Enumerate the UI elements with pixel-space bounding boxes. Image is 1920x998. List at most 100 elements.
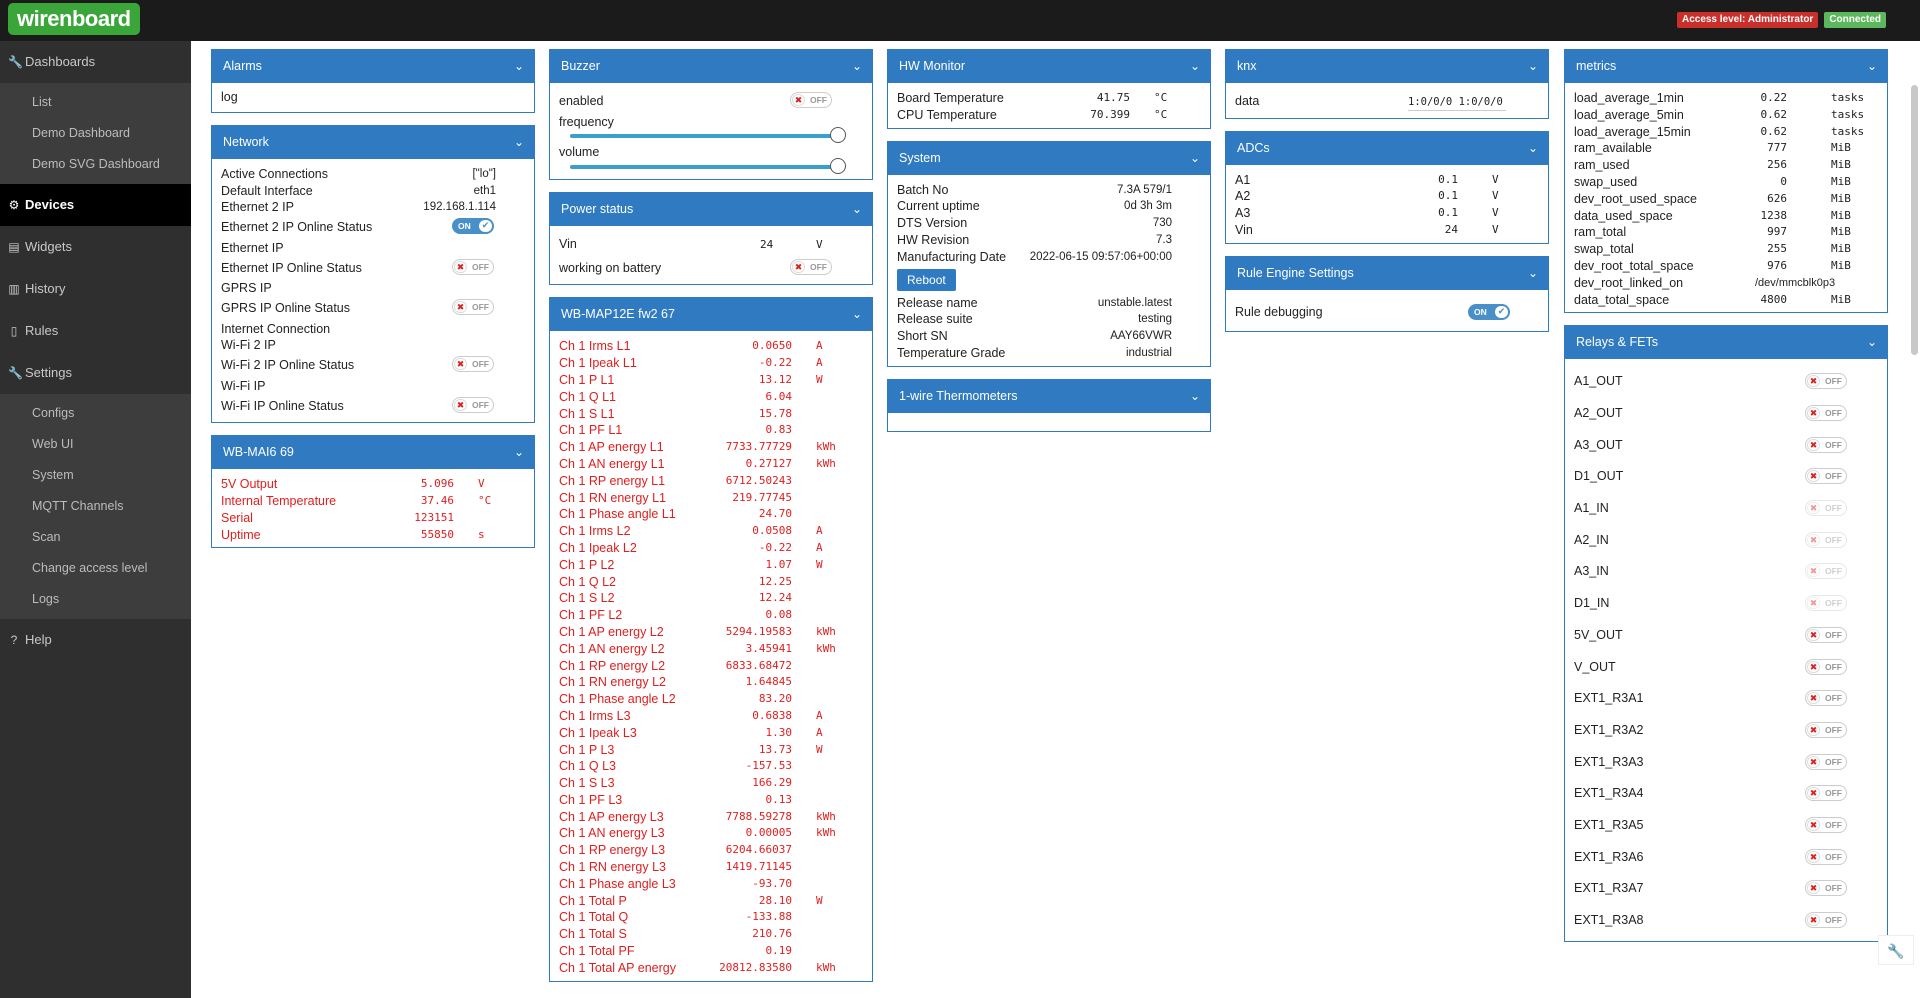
off-toggle[interactable]: ✖ OFF xyxy=(1805,595,1847,612)
chevron-down-icon[interactable]: ⌄ xyxy=(1190,50,1200,83)
map-channel-row: Ch 1 PF L1 0.83 xyxy=(559,423,792,438)
buzzer-enabled-toggle[interactable]: ✖ OFF xyxy=(790,92,832,108)
knx-data-input[interactable]: 1:0/0/0 1:0/0/0 xyxy=(1408,93,1506,111)
nav-list[interactable]: List xyxy=(0,87,191,118)
card-header[interactable]: HW Monitor ⌄ xyxy=(888,50,1210,83)
card-header[interactable]: Network ⌄ xyxy=(212,125,534,159)
off-toggle[interactable]: ✖ OFF xyxy=(1805,690,1847,707)
map-channel-row: Ch 1 PF L2 0.08 xyxy=(559,608,792,623)
nav-configs[interactable]: Configs xyxy=(0,398,191,429)
chevron-down-icon[interactable]: ⌄ xyxy=(1528,257,1538,290)
card-header[interactable]: ADCs ⌄ xyxy=(1226,131,1548,165)
off-toggle[interactable]: ✖ OFF xyxy=(1805,626,1847,643)
close-icon: ✖ xyxy=(1807,407,1820,420)
wrench-icon[interactable]: 🔧 xyxy=(1878,935,1914,965)
page-scrollbar[interactable] xyxy=(1911,85,1918,355)
access-level-badge[interactable]: Access level: Administrator xyxy=(1676,12,1819,28)
frequency-slider[interactable] xyxy=(570,127,846,144)
network-row: Ethernet IP Online Status ✖ OFF xyxy=(212,257,534,281)
rule-debugging-toggle[interactable]: ON ✔ xyxy=(1468,303,1510,320)
off-toggle[interactable]: ✖ OFF xyxy=(452,258,494,275)
column-5: metrics ⌄ load_average_1min 0.22 tasks load_… xyxy=(1564,49,1888,954)
relay-row: EXT1_R3A5 ✖ OFF xyxy=(1565,810,1887,842)
off-toggle[interactable]: ✖ OFF xyxy=(1805,468,1847,485)
card-header[interactable]: Buzzer ⌄ xyxy=(550,50,872,83)
nav-demo-svg-dashboard[interactable]: Demo SVG Dashboard xyxy=(0,149,191,180)
chevron-down-icon[interactable]: ⌄ xyxy=(1867,326,1877,359)
card-header[interactable]: Relays & FETs ⌄ xyxy=(1565,326,1887,360)
nav-change-access-level[interactable]: Change access level xyxy=(0,553,191,584)
card-header[interactable]: WB-MAI6 69 ⌄ xyxy=(212,436,534,470)
nav-help[interactable]: ? Help xyxy=(0,619,191,661)
off-toggle[interactable]: ✖ OFF xyxy=(1805,753,1847,770)
card-header[interactable]: Power status ⌄ xyxy=(550,193,872,227)
card-header[interactable]: knx ⌄ xyxy=(1226,50,1548,83)
chevron-down-icon[interactable]: ⌄ xyxy=(1190,380,1200,413)
card-power-status: Power status ⌄ Vin 24 V working on battery … xyxy=(549,192,873,286)
battery-toggle[interactable]: ✖ OFF xyxy=(790,258,832,275)
card-header[interactable]: Rule Engine Settings ⌄ xyxy=(1226,256,1548,290)
nav-system[interactable]: System xyxy=(0,460,191,491)
slider-handle[interactable] xyxy=(830,127,846,144)
relay-row: V_OUT ✖ OFF xyxy=(1565,652,1887,684)
card-header[interactable]: System ⌄ xyxy=(888,141,1210,175)
map-channel-row: Ch 1 P L2 1.07 W xyxy=(559,557,823,572)
chevron-down-icon[interactable]: ⌄ xyxy=(852,193,862,226)
nav-web-ui[interactable]: Web UI xyxy=(0,429,191,460)
chevron-down-icon[interactable]: ⌄ xyxy=(1190,142,1200,175)
off-toggle[interactable]: ✖ OFF xyxy=(1805,880,1847,897)
off-toggle[interactable]: ✖ OFF xyxy=(1805,816,1847,833)
off-toggle[interactable]: ✖ OFF xyxy=(1805,563,1847,580)
nav-widgets[interactable]: ▤ Widgets xyxy=(0,226,191,268)
chevron-down-icon[interactable]: ⌄ xyxy=(514,436,524,469)
card-header[interactable]: WB-MAP12E fw2 67 ⌄ xyxy=(550,298,872,332)
off-toggle[interactable]: ✖ OFF xyxy=(452,298,494,315)
chevron-down-icon[interactable]: ⌄ xyxy=(1528,132,1538,165)
nav-devices[interactable]: ⚙ Devices xyxy=(0,184,191,226)
reboot-button[interactable]: Reboot xyxy=(897,268,956,291)
off-toggle[interactable]: ✖ OFF xyxy=(1805,373,1847,390)
nav-history[interactable]: ▥ History xyxy=(0,268,191,310)
nav-rules[interactable]: ▯ Rules xyxy=(0,310,191,352)
system-row: DTS Version 730 xyxy=(897,216,1172,231)
card-header[interactable]: metrics ⌄ xyxy=(1565,50,1887,83)
nav-dashboards[interactable]: 🔧 Dashboards xyxy=(0,41,191,83)
off-toggle[interactable]: ✖ OFF xyxy=(1805,500,1847,517)
map-channel-row: Ch 1 Ipeak L3 1.30 A xyxy=(559,725,823,740)
metric-row: dev_root_used_space 626 MiB xyxy=(1574,191,1851,206)
card-header[interactable]: Alarms ⌄ xyxy=(212,50,534,83)
off-toggle[interactable]: ✖ OFF xyxy=(1805,785,1847,802)
off-toggle[interactable]: ✖ OFF xyxy=(1805,721,1847,738)
chevron-down-icon[interactable]: ⌄ xyxy=(514,126,524,159)
off-toggle[interactable]: ✖ OFF xyxy=(1805,531,1847,548)
off-toggle[interactable]: ✖ OFF xyxy=(452,356,494,373)
nav-demo-dashboard[interactable]: Demo Dashboard xyxy=(0,118,191,149)
sidebar: 🔧 Dashboards List Demo Dashboard Demo SVG… xyxy=(0,41,191,998)
off-toggle[interactable]: ✖ OFF xyxy=(1805,436,1847,453)
on-toggle[interactable]: ON ✔ xyxy=(452,218,494,235)
chevron-down-icon[interactable]: ⌄ xyxy=(1867,50,1877,83)
power-battery-row: working on battery ✖ OFF xyxy=(550,257,872,281)
chevron-down-icon[interactable]: ⌄ xyxy=(514,50,524,83)
wirenboard-logo[interactable]: wirenboard xyxy=(8,3,140,35)
file-icon: ▯ xyxy=(10,324,18,338)
chevron-down-icon[interactable]: ⌄ xyxy=(1528,50,1538,83)
system-row: Current uptime 0d 3h 3m xyxy=(897,199,1172,214)
slider-handle[interactable] xyxy=(830,158,846,175)
knx-data-row: data 1:0/0/0 1:0/0/0 xyxy=(1226,90,1548,114)
nav-scan[interactable]: Scan xyxy=(0,522,191,553)
volume-slider[interactable] xyxy=(570,158,846,175)
card-header[interactable]: 1-wire Thermometers ⌄ xyxy=(888,379,1210,413)
chevron-down-icon[interactable]: ⌄ xyxy=(852,298,862,331)
off-toggle[interactable]: ✖ OFF xyxy=(1805,912,1847,929)
off-toggle[interactable]: ✖ OFF xyxy=(1805,658,1847,675)
chevron-down-icon[interactable]: ⌄ xyxy=(852,50,862,83)
off-toggle[interactable]: ✖ OFF xyxy=(1805,405,1847,422)
nav-settings[interactable]: 🔧 Settings xyxy=(0,352,191,394)
wrench-icon: 🔧 xyxy=(8,55,23,69)
network-row: Ethernet 2 IP 192.168.1.114 xyxy=(221,200,496,215)
off-toggle[interactable]: ✖ OFF xyxy=(452,396,494,413)
nav-logs[interactable]: Logs xyxy=(0,584,191,615)
off-toggle[interactable]: ✖ OFF xyxy=(1805,848,1847,865)
nav-mqtt-channels[interactable]: MQTT Channels xyxy=(0,491,191,522)
